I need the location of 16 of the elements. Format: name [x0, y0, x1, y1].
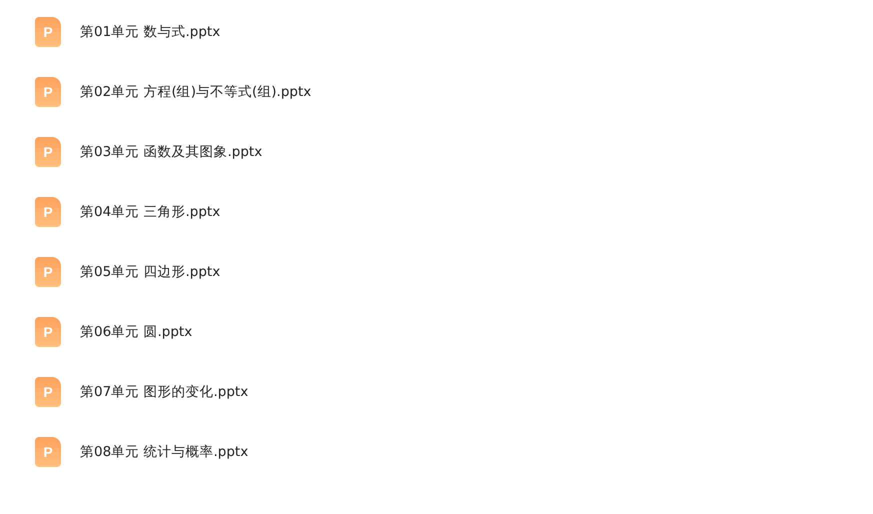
presentation-file-icon: P	[35, 437, 61, 467]
presentation-file-icon: P	[35, 317, 61, 347]
presentation-file-icon: P	[35, 137, 61, 167]
file-name[interactable]: 第03单元 函数及其图象.pptx	[80, 143, 262, 161]
presentation-file-icon: P	[35, 17, 61, 47]
presentation-file-icon: P	[35, 197, 61, 227]
file-name[interactable]: 第04单元 三角形.pptx	[80, 203, 220, 221]
presentation-file-icon: P	[35, 377, 61, 407]
file-name[interactable]: 第07单元 图形的变化.pptx	[80, 383, 248, 401]
file-name[interactable]: 第05单元 四边形.pptx	[80, 263, 220, 281]
file-name[interactable]: 第02单元 方程(组)与不等式(组).pptx	[80, 83, 312, 101]
presentation-file-icon: P	[35, 257, 61, 287]
file-name[interactable]: 第01单元 数与式.pptx	[80, 23, 220, 41]
file-name[interactable]: 第08单元 统计与概率.pptx	[80, 443, 248, 461]
file-name[interactable]: 第06单元 圆.pptx	[80, 323, 192, 341]
presentation-file-icon: P	[35, 77, 61, 107]
